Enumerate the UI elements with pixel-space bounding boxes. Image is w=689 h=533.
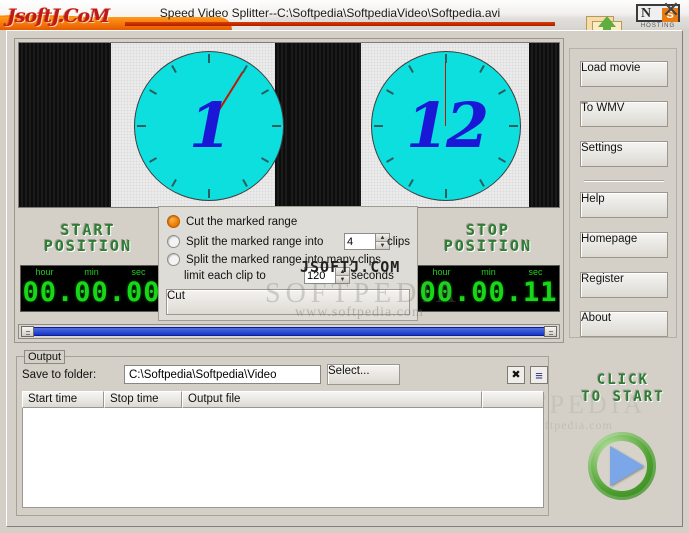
start-position-title: START POSITION	[18, 222, 158, 254]
clear-list-icon[interactable]: ✖	[507, 366, 525, 384]
column-stop-time[interactable]: Stop time	[104, 391, 182, 408]
clock-face-stop: 12	[371, 51, 521, 201]
option-split-seconds-label-line1: Split the marked range into many clips,	[186, 253, 385, 266]
split-options-group: Cut the marked range Split the marked ra…	[158, 206, 418, 321]
start-position-value: 00.00.00	[22, 277, 161, 308]
clock-number-stop: 12	[405, 89, 489, 162]
radio-split-count-icon[interactable]	[167, 235, 180, 248]
click-to-start-label: CLICK TO START	[566, 372, 680, 406]
application-window: JsoftJ.CoM Speed Video Splitter--C:\Soft…	[0, 0, 689, 533]
timeline-handle-start[interactable]	[21, 326, 34, 337]
homepage-button[interactable]: Homepage	[580, 232, 668, 258]
radio-cut-range-icon[interactable]	[167, 215, 180, 228]
column-start-time[interactable]: Start time	[22, 391, 104, 408]
stop-position-title-line1: STOP	[465, 221, 511, 239]
play-icon	[610, 446, 644, 486]
start-position-title-line2: POSITION	[43, 237, 133, 255]
column-extra[interactable]	[482, 391, 544, 408]
output-table-body[interactable]	[22, 408, 544, 508]
show-list-icon[interactable]: ≡	[530, 366, 548, 384]
save-to-folder-label: Save to folder:	[22, 369, 97, 381]
option-split-count[interactable]: Split the marked range into	[167, 235, 323, 248]
stop-label-sec: sec	[528, 267, 543, 277]
preview-pane-start[interactable]: 1	[19, 43, 289, 207]
timeline-track[interactable]	[33, 327, 547, 336]
seconds-limit-input[interactable]	[305, 268, 335, 283]
option-split-seconds-label-line2: limit each clip to	[184, 270, 266, 282]
output-group-legend: Output	[24, 350, 66, 364]
to-wmv-button[interactable]: To WMV	[580, 101, 668, 127]
seconds-limit-down-icon[interactable]: ▼	[336, 276, 349, 283]
start-play-button[interactable]	[588, 432, 656, 500]
button-separator	[584, 180, 664, 182]
clips-suffix-label: clips	[387, 236, 411, 248]
radio-split-seconds-icon[interactable]	[167, 253, 180, 266]
click-to-start-line2: TO START	[581, 389, 665, 405]
ns-logo-letter-n: N	[641, 6, 652, 21]
start-label-hour: hour	[35, 267, 54, 277]
option-cut-range[interactable]: Cut the marked range	[167, 215, 297, 228]
help-button[interactable]: Help	[580, 192, 668, 218]
option-split-count-label: Split the marked range into	[186, 235, 324, 248]
clock-number-start: 1	[188, 89, 232, 162]
stop-position-display[interactable]: hour min sec 00.00.11	[417, 265, 560, 312]
cut-button[interactable]: Cut	[166, 289, 410, 315]
timeline-handle-stop[interactable]	[544, 326, 557, 337]
folder-upload-icon	[586, 14, 622, 30]
stop-label-hour: hour	[432, 267, 451, 277]
output-table-header: Start time Stop time Output file	[22, 391, 544, 408]
clear-list-glyph: ✖	[511, 368, 521, 381]
seconds-limit-stepper[interactable]: ▲ ▼	[304, 267, 350, 284]
column-output-file[interactable]: Output file	[182, 391, 482, 408]
clock-face-start: 1	[134, 51, 284, 201]
preview-pane-stop[interactable]: 12	[289, 43, 559, 207]
window-title: Speed Video Splitter--C:\Softpedia\Softp…	[159, 6, 501, 20]
clips-count-stepper[interactable]: ▲ ▼	[344, 233, 390, 250]
timeline-range-slider[interactable]	[18, 324, 560, 339]
stop-label-min: min	[481, 267, 496, 277]
stop-position-title-line2: POSITION	[443, 237, 533, 255]
select-folder-button[interactable]: Select...	[327, 364, 400, 385]
settings-button[interactable]: Settings	[580, 141, 668, 167]
start-label-sec: sec	[131, 267, 146, 277]
option-cut-range-label: Cut the marked range	[186, 215, 298, 228]
start-position-title-line1: START	[60, 221, 116, 239]
click-to-start-line1: CLICK	[596, 372, 650, 388]
title-bar: JsoftJ.CoM Speed Video Splitter--C:\Soft…	[0, 0, 689, 30]
ns-logo-caption: HOSTING	[640, 23, 676, 29]
close-icon[interactable]: ✕	[659, 0, 683, 22]
clips-count-input[interactable]	[345, 234, 375, 249]
show-list-glyph: ≡	[535, 367, 543, 383]
stop-position-title: STOP POSITION	[418, 222, 558, 254]
action-button-panel: Load movie To WMV Settings Help Homepage…	[569, 48, 677, 338]
start-position-display[interactable]: hour min sec 00.00.00	[20, 265, 163, 312]
seconds-limit-up-icon[interactable]: ▲	[336, 268, 349, 276]
option-split-seconds[interactable]: Split the marked range into many clips,	[167, 253, 384, 266]
about-button[interactable]: About	[580, 311, 668, 337]
save-folder-input[interactable]	[124, 365, 321, 384]
stop-position-value: 00.00.11	[419, 277, 558, 308]
register-button[interactable]: Register	[580, 272, 668, 298]
title-bar-accent-line	[125, 22, 555, 26]
video-preview[interactable]: 1 12	[18, 42, 560, 208]
brand-logo: JsoftJ.CoM	[7, 5, 110, 27]
seconds-suffix-label: seconds	[351, 270, 394, 282]
load-movie-button[interactable]: Load movie	[580, 61, 668, 87]
start-label-min: min	[84, 267, 99, 277]
